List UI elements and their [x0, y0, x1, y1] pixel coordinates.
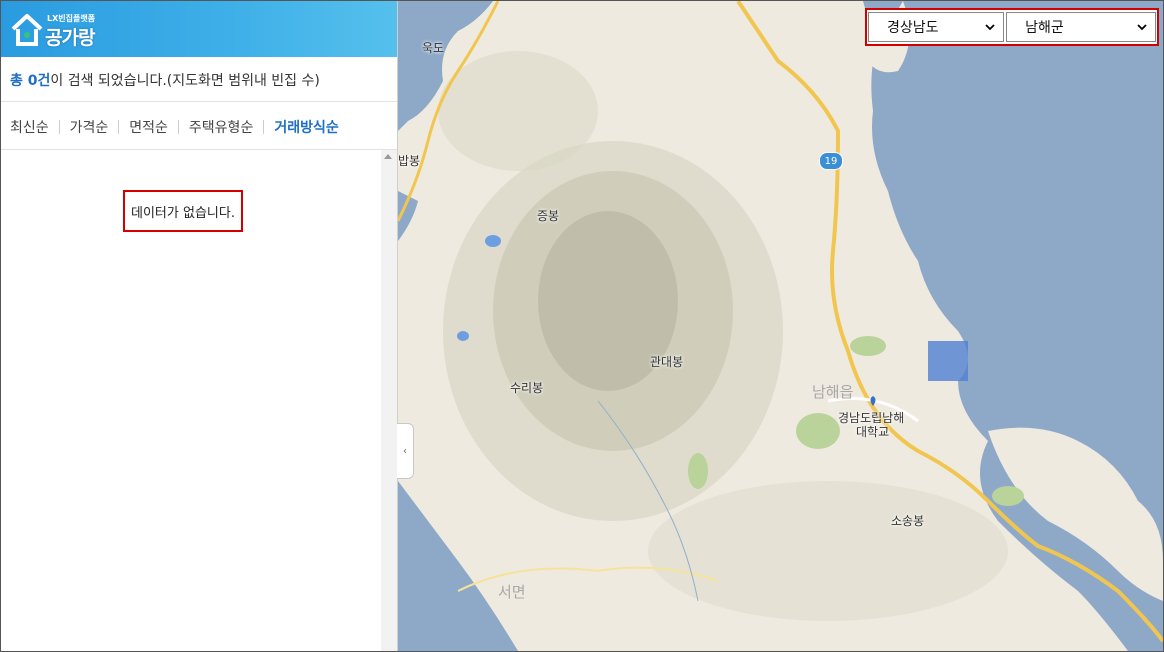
- list-scrollbar[interactable]: [381, 150, 397, 651]
- sort-area[interactable]: 면적순: [129, 117, 168, 137]
- app-window: LX빈집플랫폼 공가랑 총 0건이 검색 되었습니다.(지도화면 범위내 빈집 …: [0, 0, 1164, 652]
- divider: [58, 120, 60, 134]
- map-label-suribong: 수리봉: [510, 381, 544, 395]
- province-value: 경상남도: [887, 20, 939, 36]
- sort-house-type[interactable]: 주택유형순: [189, 117, 253, 137]
- panel-collapse-button[interactable]: ‹: [397, 423, 414, 479]
- logo-brand: 공가랑: [45, 27, 95, 49]
- map-canvas: [398, 1, 1163, 651]
- map-label-jeungbong: 증봉: [537, 209, 560, 223]
- left-panel: LX빈집플랫폼 공가랑 총 0건이 검색 되었습니다.(지도화면 범위내 빈집 …: [1, 1, 398, 651]
- map-label-bapbong: 밥봉: [398, 154, 421, 168]
- result-count: 0건: [27, 73, 51, 89]
- province-select[interactable]: 경상남도: [868, 12, 1005, 42]
- sort-deal-type[interactable]: 거래방식순: [274, 117, 338, 137]
- map-label-sosongbong: 소송봉: [891, 514, 925, 528]
- header-bar: LX빈집플랫폼 공가랑: [1, 1, 397, 57]
- logo[interactable]: LX빈집플랫폼 공가랑: [9, 9, 109, 51]
- chevron-left-icon: ‹: [403, 445, 407, 457]
- map-label-gwandaebong: 관대봉: [650, 355, 684, 369]
- map-view[interactable]: 욱도 밥봉 증봉 관대봉 수리봉 남해읍 경남도립남해 대학교 소송봉 서면 1…: [398, 1, 1163, 651]
- map-label-ukdo: 욱도: [422, 41, 445, 55]
- empty-message: 데이터가 없습니다.: [123, 190, 243, 232]
- sort-tabs: 최신순 가격순 면적순 주택유형순 거래방식순: [1, 102, 397, 150]
- sort-latest[interactable]: 최신순: [10, 117, 49, 137]
- map-label-seomyeon: 서면: [498, 583, 526, 601]
- arrow-up-icon[interactable]: [384, 154, 392, 159]
- result-suffix: 이 검색 되었습니다.(지도화면 범위내 빈집 수): [50, 73, 320, 89]
- logo-house-icon: [11, 14, 43, 46]
- sort-price[interactable]: 가격순: [70, 117, 109, 137]
- divider: [177, 120, 179, 134]
- divider: [263, 120, 265, 134]
- result-list: 데이터가 없습니다.: [1, 150, 381, 651]
- divider: [118, 120, 120, 134]
- chevron-down-icon: [1137, 24, 1147, 31]
- county-select[interactable]: 남해군: [1006, 12, 1156, 42]
- county-value: 남해군: [1025, 20, 1064, 36]
- region-filter: 경상남도 남해군: [865, 8, 1159, 46]
- route-19-badge: 19: [819, 152, 843, 170]
- location-pin-icon[interactable]: [868, 396, 878, 406]
- result-summary: 총 0건이 검색 되었습니다.(지도화면 범위내 빈집 수): [1, 57, 397, 102]
- map-label-college-2: 대학교: [856, 425, 890, 439]
- result-prefix: 총: [10, 73, 28, 89]
- chevron-down-icon: [985, 24, 995, 31]
- map-label-namhae-eup: 남해읍: [812, 383, 854, 401]
